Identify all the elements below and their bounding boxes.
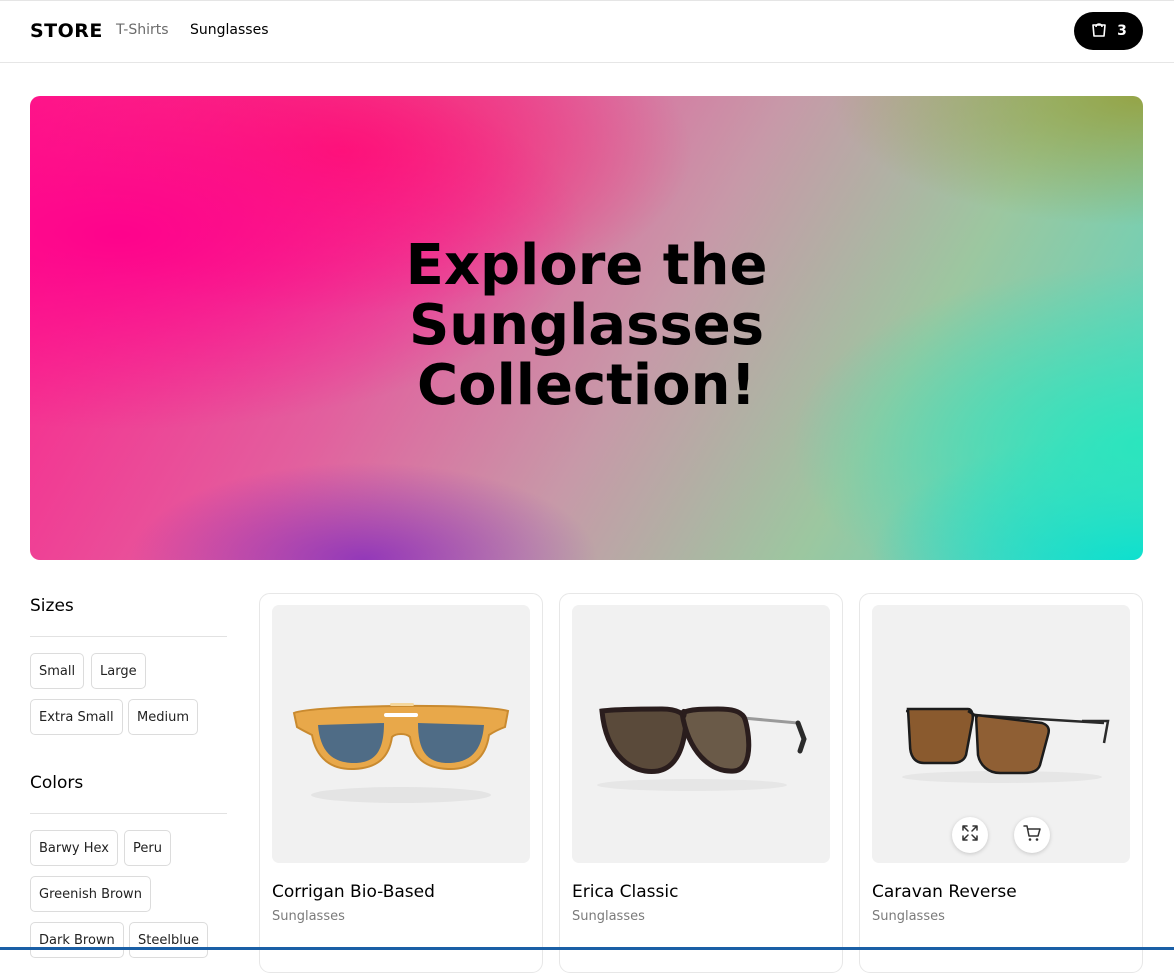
size-chip-medium[interactable]: Medium — [128, 699, 198, 735]
quick-view-button[interactable] — [952, 817, 988, 853]
cart-count: 3 — [1117, 23, 1127, 39]
sizes-title: Sizes — [30, 596, 74, 616]
store-logo[interactable]: STORE — [30, 20, 103, 42]
nav-link-tshirts[interactable]: T-Shirts — [116, 22, 169, 38]
cart-icon — [1023, 824, 1041, 846]
color-chip-greenish-brown[interactable]: Greenish Brown — [30, 876, 151, 912]
product-name[interactable]: Caravan Reverse — [872, 882, 1017, 902]
product-card[interactable]: Caravan Reverse Sunglasses — [859, 593, 1143, 973]
nav-link-sunglasses[interactable]: Sunglasses — [190, 22, 268, 38]
hero-title: Explore the Sunglasses Collection! — [405, 233, 768, 418]
product-card[interactable]: Erica Classic Sunglasses — [559, 593, 843, 973]
shopping-bag-icon — [1090, 20, 1108, 42]
add-to-cart-button[interactable] — [1014, 817, 1050, 853]
color-chip-dark-brown[interactable]: Dark Brown — [30, 922, 124, 958]
colors-title: Colors — [30, 773, 84, 793]
product-name[interactable]: Corrigan Bio-Based — [272, 882, 435, 902]
product-name[interactable]: Erica Classic — [572, 882, 678, 902]
product-image — [572, 605, 830, 863]
product-image — [872, 605, 1130, 863]
colors-divider — [30, 813, 227, 814]
color-chip-peru[interactable]: Peru — [124, 830, 171, 866]
sunglasses-image — [292, 703, 510, 803]
size-chip-extra-small[interactable]: Extra Small — [30, 699, 123, 735]
expand-icon — [961, 824, 979, 846]
size-chip-small[interactable]: Small — [30, 653, 85, 689]
sunglasses-image — [597, 706, 807, 791]
navbar: STORE T-Shirts Sunglasses 3 — [0, 1, 1174, 63]
product-image — [272, 605, 530, 863]
color-chip-steelblue[interactable]: Steelblue — [129, 922, 209, 958]
size-chip-large[interactable]: Large — [91, 653, 146, 689]
sunglasses-image — [902, 707, 1110, 783]
product-category: Sunglasses — [272, 909, 345, 924]
product-category: Sunglasses — [872, 909, 945, 924]
hero-banner: Explore the Sunglasses Collection! — [30, 96, 1143, 560]
product-card[interactable]: Corrigan Bio-Based Sunglasses — [259, 593, 543, 973]
cart-button[interactable]: 3 — [1074, 12, 1143, 50]
color-chip-barwy-hex[interactable]: Barwy Hex — [30, 830, 118, 866]
sizes-divider — [30, 636, 227, 637]
product-category: Sunglasses — [572, 909, 645, 924]
